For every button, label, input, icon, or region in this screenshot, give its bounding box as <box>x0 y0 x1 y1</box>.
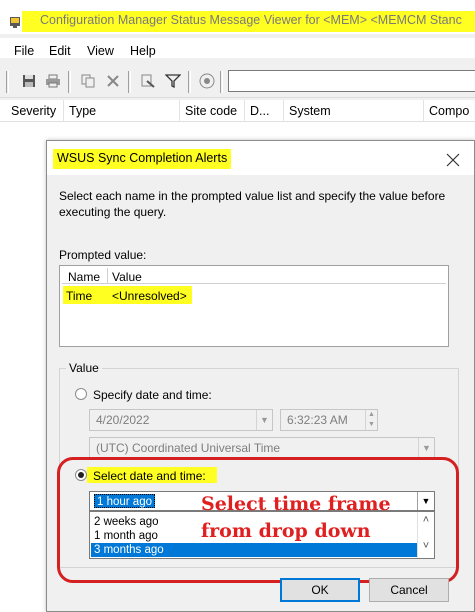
time-field: 6:32:23 AM ▲ ▼ <box>280 409 378 431</box>
print-icon[interactable] <box>44 72 62 90</box>
spinner-icon: ▲ ▼ <box>365 410 377 430</box>
menu-edit[interactable]: Edit <box>49 44 71 58</box>
timezone-value: (UTC) Coordinated Universal Time <box>96 441 281 455</box>
chevron-down-icon: ▼ <box>418 438 434 458</box>
prompted-value-dialog: WSUS Sync Completion Alerts Select each … <box>46 140 475 612</box>
column-severity[interactable]: Severity <box>6 100 64 122</box>
filter-icon[interactable] <box>164 72 182 90</box>
prompted-value-label: Prompted value: <box>59 248 147 262</box>
title-bar: Configuration Manager Status Message Vie… <box>0 0 475 34</box>
toolbar-field[interactable] <box>228 70 475 92</box>
properties-icon[interactable] <box>139 72 157 90</box>
value-group-label: Value <box>66 361 102 375</box>
column-d[interactable]: D... <box>245 100 284 122</box>
date-value: 4/20/2022 <box>96 413 150 427</box>
header-value[interactable]: Value <box>112 270 142 284</box>
column-type[interactable]: Type <box>64 100 180 122</box>
prompted-list-header: Name Value <box>62 268 446 284</box>
toolbar-separator <box>188 71 191 93</box>
stop-icon[interactable] <box>198 72 216 90</box>
specify-date-label[interactable]: Specify date and time: <box>93 388 212 402</box>
ok-button[interactable]: OK <box>280 578 360 602</box>
toolbar-separator <box>68 71 71 93</box>
toolbar-grip <box>6 71 9 93</box>
menu-bar: File Edit View Help <box>0 38 475 58</box>
time-value: 6:32:23 AM <box>287 413 348 427</box>
save-icon[interactable] <box>20 72 38 90</box>
dialog-title-bar: WSUS Sync Completion Alerts <box>47 141 474 175</box>
menu-file[interactable]: File <box>14 44 34 58</box>
menu-view[interactable]: View <box>87 44 114 58</box>
dialog-instructions: Select each name in the prompted value l… <box>59 189 446 219</box>
menu-help[interactable]: Help <box>130 44 156 58</box>
prompted-row-value[interactable]: <Unresolved> <box>112 289 187 303</box>
prompted-row-name[interactable]: Time <box>66 289 92 303</box>
toolbar-separator <box>128 71 131 93</box>
header-divider <box>107 268 108 284</box>
dialog-title: WSUS Sync Completion Alerts <box>57 151 228 165</box>
toolbar <box>0 62 475 98</box>
timezone-field: (UTC) Coordinated Universal Time ▼ <box>89 437 435 459</box>
delete-icon[interactable] <box>104 72 122 90</box>
column-component[interactable]: Compo <box>424 100 475 122</box>
prompted-value-list[interactable]: Name Value Time <Unresolved> <box>59 265 449 347</box>
copy-icon[interactable] <box>79 72 97 90</box>
date-field: 4/20/2022 ▼ <box>89 409 273 431</box>
specify-date-radio[interactable] <box>75 388 87 400</box>
annotation-highlight-ring <box>57 457 459 583</box>
close-icon[interactable] <box>446 145 460 173</box>
chevron-down-icon: ▼ <box>256 410 272 430</box>
app-icon <box>10 17 20 28</box>
column-system[interactable]: System <box>284 100 424 122</box>
window-title: Configuration Manager Status Message Vie… <box>40 13 462 27</box>
header-name[interactable]: Name <box>68 270 100 284</box>
column-site-code[interactable]: Site code <box>180 100 245 122</box>
cancel-button[interactable]: Cancel <box>369 578 449 602</box>
toolbar-separator <box>220 71 223 93</box>
column-header: Severity Type Site code D... System Comp… <box>0 100 475 122</box>
